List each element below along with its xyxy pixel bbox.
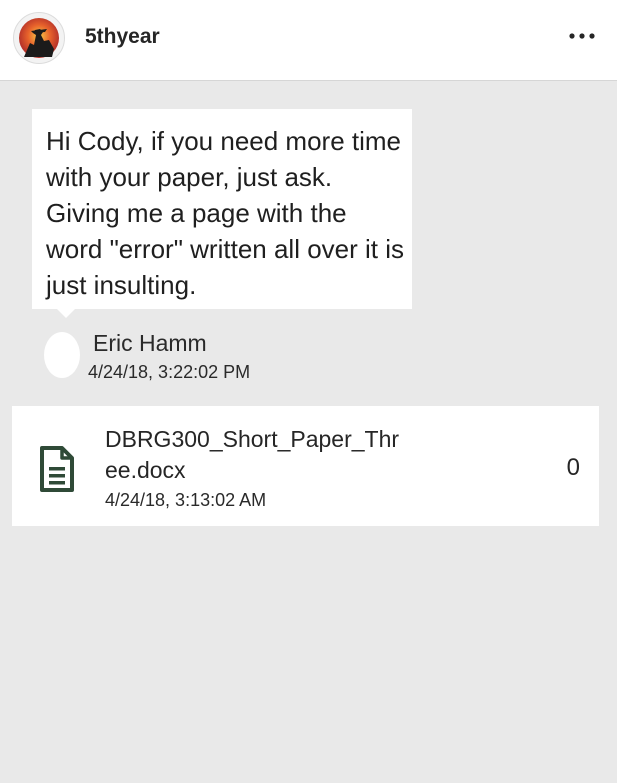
- attachment-card[interactable]: DBRG300_Short_Paper_Three.docx 4/24/18, …: [12, 406, 599, 526]
- message-bubble: Hi Cody, if you need more time with your…: [32, 109, 412, 309]
- bubble-tail: [56, 308, 76, 318]
- top-bar: 5thyear: [0, 0, 617, 81]
- more-dots-icon: [569, 33, 595, 39]
- more-options-button[interactable]: [567, 24, 597, 48]
- cowboy-silhouette-sunset-icon: [19, 18, 59, 58]
- profile-avatar[interactable]: [13, 12, 65, 64]
- account-name[interactable]: 5thyear: [85, 25, 160, 49]
- sender-name[interactable]: Eric Hamm: [93, 330, 207, 357]
- message-text: Hi Cody, if you need more time with your…: [46, 126, 404, 300]
- document-icon: [38, 445, 76, 493]
- attachment-count: 0: [566, 454, 580, 481]
- attachment-timestamp: 4/24/18, 3:13:02 AM: [105, 490, 267, 510]
- sender-avatar[interactable]: [44, 332, 80, 378]
- message-timestamp: 4/24/18, 3:22:02 PM: [88, 362, 251, 382]
- attachment-file-name[interactable]: DBRG300_Short_Paper_Three.docx: [105, 424, 405, 486]
